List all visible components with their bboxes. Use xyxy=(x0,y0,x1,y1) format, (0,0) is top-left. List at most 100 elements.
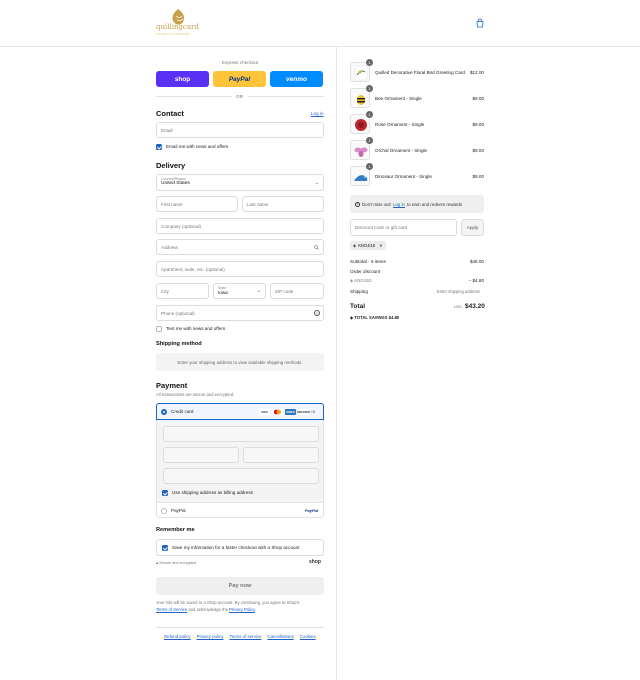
visa-icon: VISA xyxy=(258,409,270,415)
notice-prefix: Don't miss out! xyxy=(362,201,391,207)
country-select[interactable]: Country/Region United States ⌄ xyxy=(156,174,324,191)
card-number-field[interactable] xyxy=(163,426,319,442)
pay-now-button[interactable]: Pay now xyxy=(156,577,324,595)
expiration-field[interactable] xyxy=(163,447,239,463)
country-value: United States xyxy=(161,181,190,186)
terms-of-service-link[interactable]: Terms of service xyxy=(229,634,261,639)
privacy-policy-link[interactable]: Privacy policy xyxy=(197,634,224,639)
email-placeholder: Email xyxy=(161,127,173,133)
product-price: $9.00 xyxy=(472,174,485,179)
remove-discount-icon[interactable]: ✕ xyxy=(379,243,383,248)
apartment-field[interactable]: Apartment, suite, etc. (optional) xyxy=(156,261,324,277)
apartment-placeholder: Apartment, suite, etc. (optional) xyxy=(161,266,225,272)
credit-card-radio[interactable] xyxy=(161,409,167,415)
privacy-link[interactable]: Privacy Policy xyxy=(229,607,255,612)
text-offers-checkbox[interactable] xyxy=(156,326,162,332)
save-info-checkbox[interactable] xyxy=(162,545,168,551)
product-price: $9.00 xyxy=(472,122,485,127)
discount-value: – $4.80 xyxy=(468,278,484,283)
savings-label: TOTAL SAVINGS xyxy=(354,315,388,320)
order-discount-label: Order discount xyxy=(350,269,381,274)
subtotal-value: $48.00 xyxy=(469,259,484,264)
contact-heading: Contact xyxy=(156,109,184,118)
address-field[interactable]: Address xyxy=(156,239,324,255)
credit-card-label: Credit card xyxy=(171,409,194,414)
email-news-checkbox[interactable] xyxy=(156,144,162,150)
discount-placeholder: Discount code or gift card xyxy=(355,225,408,230)
credit-card-option[interactable]: Credit card VISA AMEX DISCOVER +5 xyxy=(156,403,324,420)
delivery-heading: Delivery xyxy=(156,161,186,170)
legal-line-2: Terms of Service and acknowledge the Pri… xyxy=(156,607,256,612)
pay-now-label: Pay now xyxy=(228,583,252,589)
logo-tagline: THE GIFT OF QUILLED ART xyxy=(156,33,190,36)
city-placeholder: City xyxy=(161,288,169,294)
search-icon xyxy=(314,245,319,250)
refund-policy-link[interactable]: Refund policy xyxy=(164,634,191,639)
name-on-card-field[interactable] xyxy=(163,468,319,484)
card-logos: VISA AMEX DISCOVER +5 xyxy=(258,409,315,415)
terms-link[interactable]: Terms of Service xyxy=(156,607,187,612)
discount-tag: ◈ KNOJI10 ✕ xyxy=(350,241,386,250)
state-value: Iowa xyxy=(218,290,228,295)
shopping-bag-icon[interactable] xyxy=(475,18,485,28)
phone-field[interactable]: Phone (optional) ? xyxy=(156,305,324,321)
qty-badge: 1 xyxy=(366,59,373,66)
shop-pay-button[interactable]: shop xyxy=(156,71,209,87)
discount-code-line: ◈ KNOJI10 xyxy=(350,278,371,283)
billing-address-label: Use shipping address as billing address xyxy=(172,490,253,495)
total-value: $43.20 xyxy=(465,303,485,310)
remember-me-heading: Remember me xyxy=(156,527,195,533)
paypal-radio[interactable] xyxy=(161,507,167,514)
discount-code-input[interactable]: Discount code or gift card xyxy=(350,219,457,236)
or-divider-left xyxy=(156,96,232,97)
text-offers-label: Text me with news and offers xyxy=(166,326,226,331)
qty-badge: 1 xyxy=(366,85,373,92)
last-name-field[interactable]: Last name xyxy=(242,196,324,212)
help-icon[interactable]: ? xyxy=(314,310,320,316)
email-field[interactable]: Email xyxy=(156,122,324,138)
paypal-label: PayPal xyxy=(171,507,186,513)
legal-period: . xyxy=(254,607,257,612)
product-name: Orchid Ornament - Single xyxy=(375,148,428,153)
secure-text: Secure and encrypted xyxy=(159,561,197,565)
rewards-login-link[interactable]: Log in xyxy=(393,202,405,207)
subtotal-label: Subtotal · 5 items xyxy=(350,259,386,264)
shipping-label: Shipping xyxy=(350,289,368,294)
company-field[interactable]: Company (optional) xyxy=(156,218,324,234)
paypal-button[interactable]: PayPal xyxy=(213,71,266,87)
zip-field[interactable]: ZIP code xyxy=(270,283,324,299)
cookies-link[interactable]: Cookies xyxy=(300,634,316,639)
apply-label: Apply xyxy=(466,225,479,230)
city-field[interactable]: City xyxy=(156,283,209,299)
shop-logo: shop xyxy=(309,559,321,565)
login-link[interactable]: Log in xyxy=(311,111,324,116)
security-code-field[interactable] xyxy=(243,447,319,463)
cancellations-link[interactable]: Cancellations xyxy=(267,634,293,639)
last-name-placeholder: Last name xyxy=(247,201,269,207)
shipping-placeholder-text: Enter your shipping address to view avai… xyxy=(177,359,303,365)
shipping-method-heading: Shipping method xyxy=(156,341,202,347)
currency-label: USD xyxy=(454,305,463,309)
rewards-notice: i Don't miss out! Log in to earn and red… xyxy=(350,195,484,213)
paypal-option[interactable]: PayPal PayPal xyxy=(156,502,324,518)
order-summary-panel xyxy=(336,47,640,680)
or-label: OR xyxy=(236,94,243,99)
product-price: $9.00 xyxy=(472,148,485,153)
qty-badge: 1 xyxy=(366,137,373,144)
venmo-button[interactable]: venmo xyxy=(270,71,323,87)
or-divider-right xyxy=(248,96,324,97)
state-select[interactable]: State Iowa ⌄ xyxy=(213,283,266,299)
billing-address-checkbox[interactable] xyxy=(162,490,168,496)
mastercard-icon xyxy=(271,409,283,415)
notice-suffix: to earn and redeem rewards xyxy=(406,201,463,207)
address-placeholder: Address xyxy=(161,244,178,250)
info-icon: i xyxy=(355,201,360,207)
save-info-label: Save my information for a faster checkou… xyxy=(172,545,300,550)
zip-placeholder: ZIP code xyxy=(275,288,294,294)
apply-discount-button[interactable]: Apply xyxy=(461,219,484,236)
express-checkout-title: Express checkout xyxy=(222,60,259,65)
first-name-field[interactable]: First name xyxy=(156,196,238,212)
chevron-down-icon: ⌄ xyxy=(314,180,319,186)
tag-icon: ◈ xyxy=(350,278,354,283)
store-logo[interactable]: quillingcard THE GIFT OF QUILLED ART xyxy=(156,6,204,40)
